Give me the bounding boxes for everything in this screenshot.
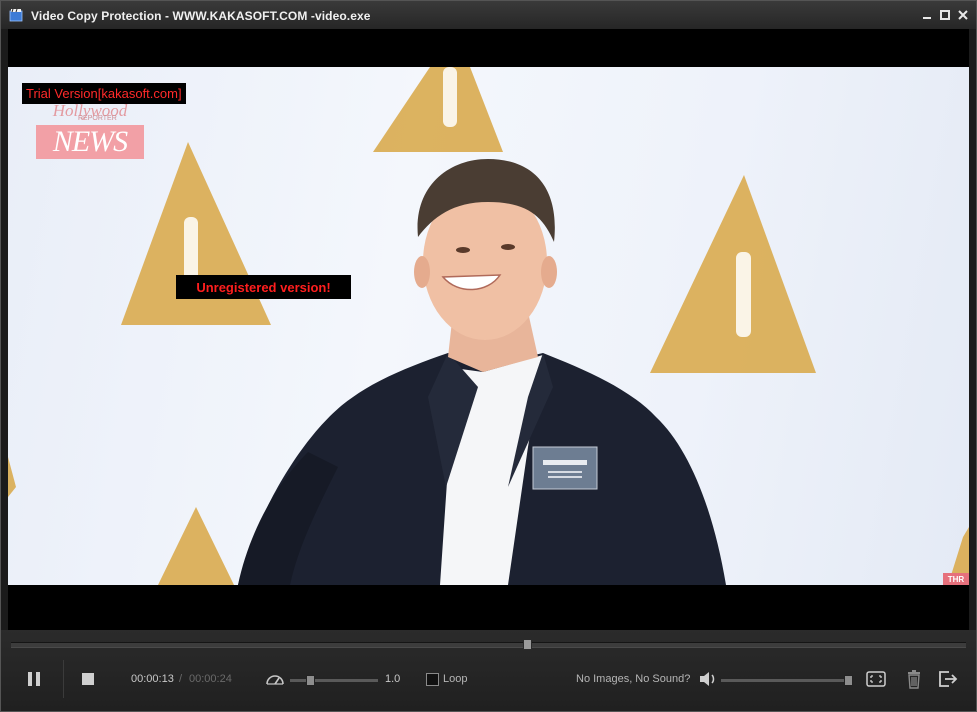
logo-reporter-text: REPORTER xyxy=(78,115,117,122)
fullscreen-icon xyxy=(866,671,886,687)
volume-button[interactable] xyxy=(698,668,718,690)
control-divider xyxy=(63,660,64,698)
close-icon[interactable] xyxy=(956,8,970,22)
loop-label[interactable]: Loop xyxy=(443,668,467,690)
logo-news-text: NEWS xyxy=(36,125,144,159)
trash-icon xyxy=(908,670,920,689)
delete-button[interactable] xyxy=(905,668,923,690)
maximize-icon[interactable] xyxy=(938,8,952,22)
speed-slider-thumb[interactable] xyxy=(306,675,315,686)
video-frame-illustration xyxy=(8,67,969,585)
minimize-icon[interactable] xyxy=(920,8,934,22)
pause-icon xyxy=(28,672,40,686)
app-window: Video Copy Protection - WWW.KAKASOFT.COM… xyxy=(0,0,977,712)
current-time: 00:00:13 xyxy=(131,673,174,685)
volume-slider-thumb[interactable] xyxy=(844,675,853,686)
time-separator: / xyxy=(179,673,183,685)
seek-bar[interactable] xyxy=(11,639,966,650)
total-time: 00:00:24 xyxy=(189,673,232,685)
speed-value: 1.0 xyxy=(385,673,401,685)
exit-button[interactable] xyxy=(937,668,959,690)
speed-button[interactable] xyxy=(265,668,285,690)
video-player-area[interactable]: Hollywood REPORTER NEWS Trial Version[ka… xyxy=(8,29,969,630)
speedometer-icon xyxy=(266,675,284,685)
speed-slider[interactable] xyxy=(290,675,378,686)
stop-button[interactable] xyxy=(81,668,95,690)
pause-button[interactable] xyxy=(25,668,43,690)
app-icon xyxy=(9,8,23,22)
loop-checkbox[interactable] xyxy=(426,673,439,686)
volume-slider[interactable] xyxy=(721,675,853,686)
exit-icon xyxy=(939,671,958,687)
video-frame[interactable]: Hollywood REPORTER NEWS Trial Version[ka… xyxy=(8,67,969,585)
control-bar: 00:00:13 / 00:00:24 1.0 Loop No Images, … xyxy=(1,630,976,711)
title-bar[interactable]: Video Copy Protection - WWW.KAKASOFT.COM… xyxy=(1,1,976,29)
window-title: Video Copy Protection - WWW.KAKASOFT.COM… xyxy=(31,9,371,23)
stop-icon xyxy=(82,673,94,685)
unregistered-notice: Unregistered version! xyxy=(176,275,351,299)
fullscreen-button[interactable] xyxy=(865,668,887,690)
no-images-link[interactable]: No Images, No Sound? xyxy=(576,668,690,690)
trial-watermark: Trial Version[kakasoft.com] xyxy=(22,83,186,104)
seek-thumb[interactable] xyxy=(523,639,532,650)
volume-icon xyxy=(700,672,715,686)
corner-logo: THR xyxy=(943,573,969,585)
